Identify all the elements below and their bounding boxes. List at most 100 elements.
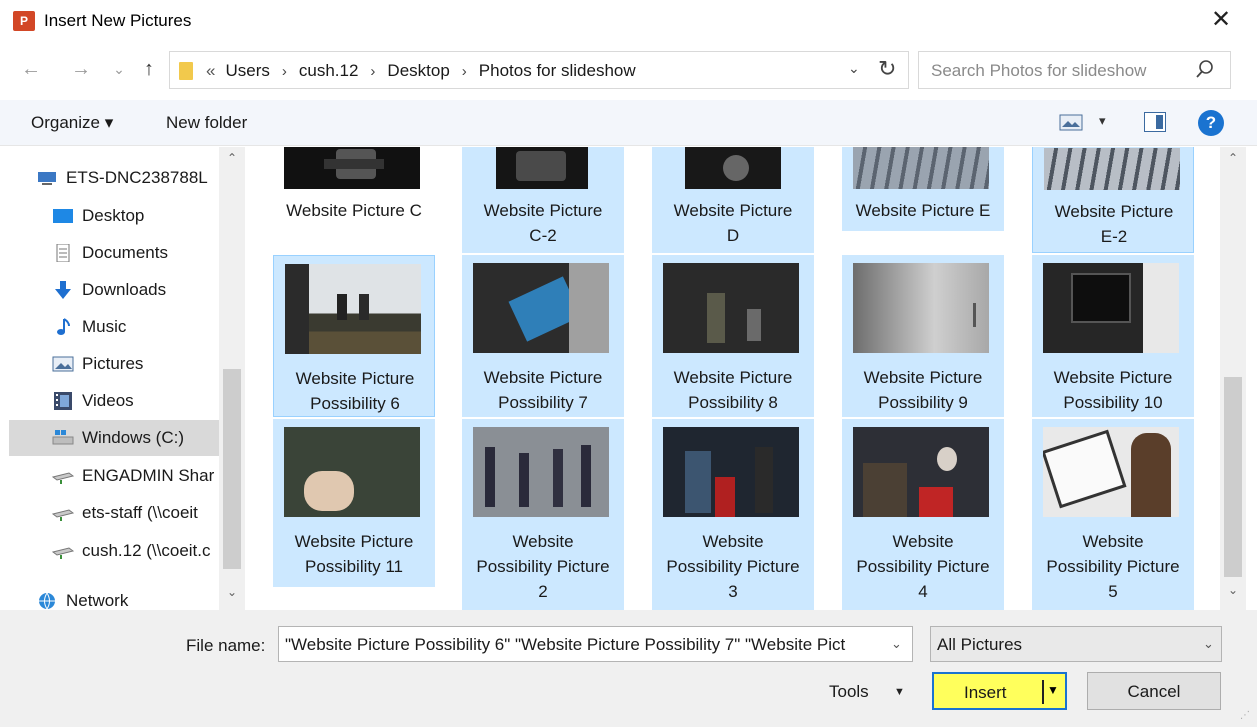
file-name: Website bbox=[702, 532, 764, 551]
insert-split-divider bbox=[1042, 680, 1044, 704]
chevron-down-icon[interactable]: ⌄ bbox=[891, 636, 902, 652]
file-name: Website bbox=[892, 532, 954, 551]
file-name: Possibility Picture bbox=[476, 557, 610, 576]
breadcrumb-users[interactable]: Users bbox=[225, 61, 269, 81]
sidebar-item-label: ETS-DNC238788L bbox=[66, 168, 208, 187]
sidebar-scrollbar[interactable]: ⌃ ⌄ bbox=[219, 147, 245, 610]
breadcrumb-separator[interactable]: › bbox=[282, 63, 287, 80]
file-tile[interactable]: Website Possibility Picture 2 bbox=[462, 419, 624, 610]
scroll-up-icon[interactable]: ⌃ bbox=[1220, 151, 1246, 165]
sidebar-item-computer[interactable]: ETS-DNC238788L bbox=[36, 160, 219, 196]
sidebar-item-label: Documents bbox=[82, 243, 168, 262]
file-tile[interactable]: Website Picture E bbox=[842, 147, 1004, 231]
sidebar-item-label: Downloads bbox=[82, 280, 167, 299]
file-name: 2 bbox=[538, 582, 548, 601]
file-name: Possibility 11 bbox=[305, 557, 403, 576]
breadcrumb-photos-for-slideshow[interactable]: Photos for slideshow bbox=[479, 61, 636, 81]
file-name: Website Picture bbox=[1054, 202, 1174, 221]
organize-button[interactable]: Organize ▾ bbox=[31, 113, 113, 133]
file-tile[interactable]: Website Picture C bbox=[273, 147, 435, 231]
sidebar-item-network[interactable]: Network bbox=[36, 583, 219, 610]
file-tile[interactable]: Website Picture Possibility 8 bbox=[652, 255, 814, 417]
help-button[interactable]: ? bbox=[1198, 110, 1224, 136]
file-tile[interactable]: Website Picture C-2 bbox=[462, 147, 624, 253]
sidebar-item-music[interactable]: Music bbox=[52, 309, 219, 345]
recent-locations-button[interactable]: ⌄ bbox=[108, 56, 130, 82]
sidebar-item-windows-c[interactable]: Windows (C:) bbox=[9, 420, 219, 456]
sidebar-item-desktop[interactable]: Desktop bbox=[52, 198, 219, 234]
tools-dropdown-icon[interactable]: ▼ bbox=[894, 686, 905, 698]
view-dropdown-icon[interactable]: ▾ bbox=[1099, 113, 1106, 129]
file-tile[interactable]: Website Picture Possibility 9 bbox=[842, 255, 1004, 417]
change-view-button[interactable]: ▾ bbox=[1059, 111, 1113, 135]
sidebar-item-engadmin[interactable]: ENGADMIN Shar bbox=[52, 458, 219, 494]
sidebar-item-cush12[interactable]: cush.12 (\\coeit.c bbox=[52, 533, 219, 569]
file-tile[interactable]: Website Picture Possibility 10 bbox=[1032, 255, 1194, 417]
scrollbar-thumb[interactable] bbox=[1224, 377, 1242, 577]
file-name-input[interactable]: "Website Picture Possibility 6" "Website… bbox=[278, 626, 913, 662]
file-name: Possibility 9 bbox=[878, 393, 968, 412]
sidebar-item-ets-staff[interactable]: ets-staff (\\coeit bbox=[52, 495, 219, 531]
search-icon[interactable] bbox=[1195, 58, 1215, 82]
insert-dropdown-icon[interactable]: ▼ bbox=[1047, 683, 1059, 697]
breadcrumb-desktop[interactable]: Desktop bbox=[387, 61, 449, 81]
insert-button[interactable]: Insert ▼ bbox=[932, 672, 1067, 710]
breadcrumb-overflow[interactable]: « bbox=[206, 61, 215, 81]
sidebar-item-videos[interactable]: Videos bbox=[52, 383, 219, 419]
scroll-down-icon[interactable]: ⌄ bbox=[219, 585, 245, 599]
sidebar-item-downloads[interactable]: Downloads bbox=[52, 272, 219, 308]
cancel-button[interactable]: Cancel bbox=[1087, 672, 1221, 710]
file-type-select[interactable]: All Pictures ⌄ bbox=[930, 626, 1222, 662]
preview-pane-button[interactable] bbox=[1144, 112, 1166, 132]
sidebar-item-pictures[interactable]: Pictures bbox=[52, 346, 219, 382]
search-input[interactable]: Search Photos for slideshow bbox=[918, 51, 1231, 89]
tools-button[interactable]: Tools bbox=[829, 682, 869, 702]
scroll-up-icon[interactable]: ⌃ bbox=[219, 151, 245, 165]
file-name: Website Picture bbox=[673, 201, 793, 220]
up-button[interactable]: ↑ bbox=[138, 56, 160, 82]
file-tile[interactable]: Website Picture D bbox=[652, 147, 814, 253]
desktop-icon bbox=[53, 209, 73, 223]
file-tile[interactable]: Website Possibility Picture 4 bbox=[842, 419, 1004, 610]
window-title: Insert New Pictures bbox=[44, 11, 192, 30]
sidebar-item-label: cush.12 (\\coeit.c bbox=[82, 541, 211, 560]
resize-grip-icon[interactable]: ⋰ bbox=[1240, 710, 1250, 721]
breadcrumb-separator[interactable]: › bbox=[370, 63, 375, 80]
breadcrumb: « Users › cush.12 › Desktop › Photos for… bbox=[206, 61, 636, 81]
new-folder-button[interactable]: New folder bbox=[166, 113, 247, 133]
folder-icon bbox=[179, 62, 193, 80]
file-name: Possibility Picture bbox=[856, 557, 990, 576]
file-thumbnail bbox=[284, 147, 420, 189]
close-button[interactable]: ✕ bbox=[1209, 6, 1233, 34]
search-placeholder: Search Photos for slideshow bbox=[931, 61, 1147, 80]
address-dropdown-icon[interactable]: ⌄ bbox=[848, 60, 860, 77]
scrollbar-thumb[interactable] bbox=[223, 369, 241, 569]
file-name: C-2 bbox=[529, 226, 557, 245]
refresh-icon[interactable]: ↻ bbox=[878, 56, 896, 82]
network-drive-icon bbox=[52, 472, 74, 484]
cancel-label: Cancel bbox=[1127, 682, 1181, 701]
breadcrumb-cush12[interactable]: cush.12 bbox=[299, 61, 359, 81]
file-tile[interactable]: Website Possibility Picture 5 bbox=[1032, 419, 1194, 610]
back-button[interactable]: ← bbox=[20, 56, 42, 82]
address-bar[interactable]: « Users › cush.12 › Desktop › Photos for… bbox=[169, 51, 909, 89]
file-tile[interactable]: Website Picture Possibility 6 bbox=[273, 255, 435, 417]
network-drive-icon bbox=[52, 509, 74, 521]
content-scrollbar[interactable]: ⌃ ⌄ bbox=[1220, 147, 1246, 610]
dialog-footer: File name: "Website Picture Possibility … bbox=[0, 610, 1257, 727]
file-tile[interactable]: Website Picture Possibility 11 bbox=[273, 419, 435, 587]
drive-icon bbox=[52, 430, 74, 445]
forward-button[interactable]: → bbox=[70, 56, 92, 82]
file-tile[interactable]: Website Possibility Picture 3 bbox=[652, 419, 814, 610]
powerpoint-icon: P bbox=[13, 11, 35, 31]
file-thumbnail bbox=[1043, 263, 1179, 353]
file-name: D bbox=[726, 226, 740, 245]
file-tile[interactable]: Website Picture E-2 bbox=[1032, 147, 1194, 253]
sidebar-item-documents[interactable]: Documents bbox=[52, 235, 219, 271]
breadcrumb-separator[interactable]: › bbox=[462, 63, 467, 80]
scroll-down-icon[interactable]: ⌄ bbox=[1220, 583, 1246, 597]
file-tile[interactable]: Website Picture Possibility 7 bbox=[462, 255, 624, 417]
navigation-pane: ETS-DNC238788L Desktop Documents Downloa… bbox=[0, 147, 245, 610]
file-thumbnail bbox=[284, 427, 420, 517]
chevron-down-icon[interactable]: ⌄ bbox=[1203, 636, 1214, 652]
